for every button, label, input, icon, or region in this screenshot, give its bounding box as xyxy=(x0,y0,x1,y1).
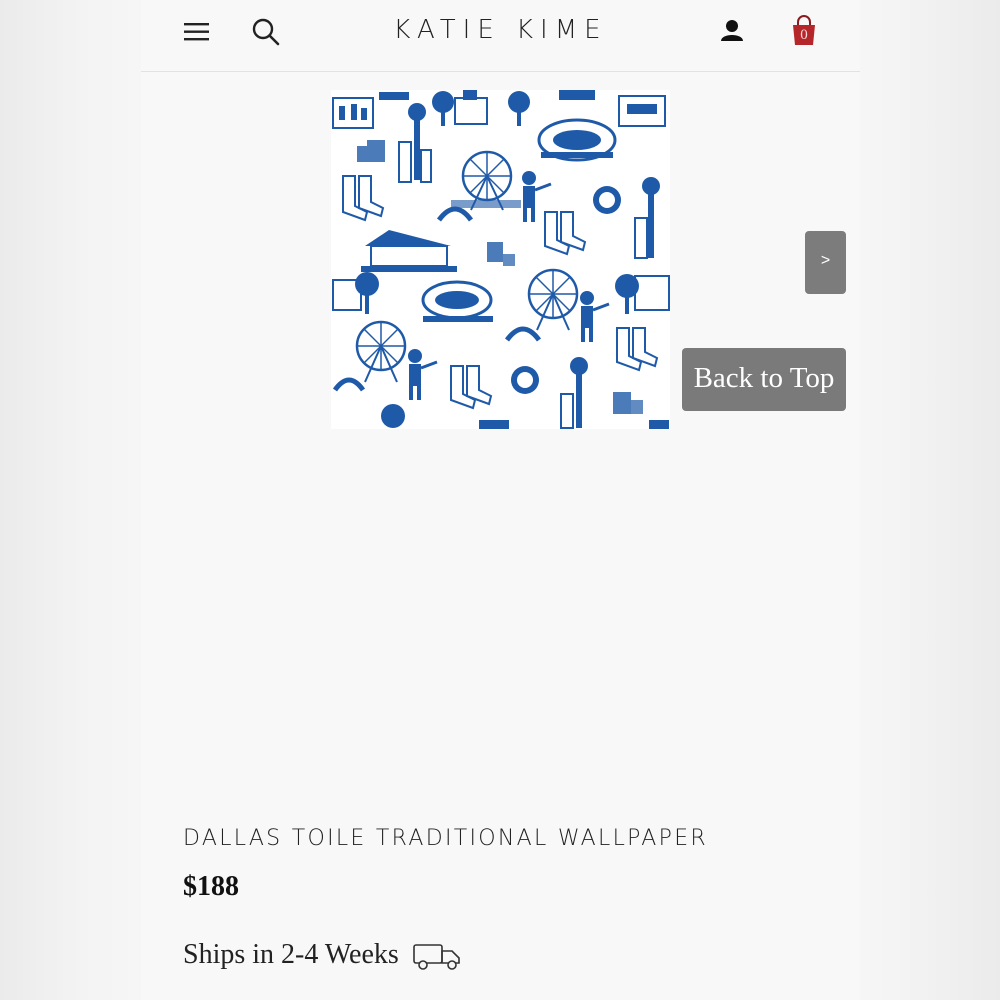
brand-logo[interactable]: KATIE KIME xyxy=(141,15,860,45)
product-image[interactable] xyxy=(331,90,670,429)
site-header: KATIE KIME 0 xyxy=(141,0,860,72)
shipping-info: Ships in 2-4 Weeks xyxy=(183,939,399,970)
cart-button[interactable]: 0 xyxy=(789,15,819,47)
account-icon[interactable] xyxy=(719,18,745,44)
truck-icon xyxy=(413,944,460,970)
cart-count-badge: 0 xyxy=(800,27,808,43)
back-to-top-button[interactable]: Back to Top xyxy=(682,348,846,411)
page: KATIE KIME 0 > Back to Top DALLAS TOILE … xyxy=(141,0,860,1000)
next-image-button[interactable]: > xyxy=(805,231,846,294)
product-title: DALLAS TOILE TRADITIONAL WALLPAPER xyxy=(183,826,709,851)
dallas-toile-pattern-icon xyxy=(332,90,670,429)
product-price: $188 xyxy=(183,871,239,902)
